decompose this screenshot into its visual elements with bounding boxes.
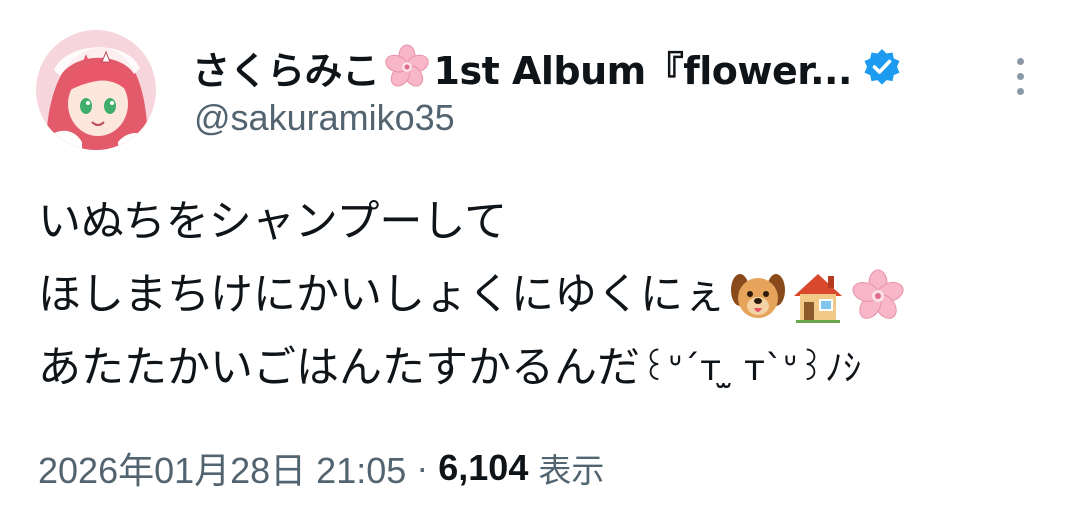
tweet-line-1: いぬちをシャンプーして bbox=[38, 186, 1068, 259]
more-options-dot-icon bbox=[1016, 73, 1024, 80]
tweet-text: いぬちをシャンプーして ほしまちけにかいしょくにゆくにぇ あたたかいごはんたすか… bbox=[38, 186, 1068, 405]
verified-badge-icon[interactable] bbox=[862, 47, 902, 87]
timestamp-link[interactable]: 2026年01月28日 21:05 bbox=[38, 442, 406, 494]
author-name-row[interactable]: さくらみこ 1st Album『flower... bbox=[192, 40, 902, 94]
meta-separator: · bbox=[416, 447, 429, 488]
more-options-dot-icon bbox=[1016, 88, 1024, 95]
tweet-line-text: ほしまちけにかいしょくにゆくにぇ bbox=[38, 270, 726, 320]
tweet-line-2: ほしまちけにかいしょくにゆくにぇ bbox=[38, 259, 1068, 332]
tweet-line-3: あたたかいごはんたすかるんだ ꒰ᐡ´т ̫ т`ᐡ꒱ﾉｼ bbox=[38, 332, 1068, 405]
cherry-blossom-icon bbox=[384, 44, 429, 87]
cherry-blossom-icon bbox=[852, 269, 904, 319]
avatar[interactable] bbox=[36, 30, 156, 150]
dog-face-icon bbox=[731, 273, 785, 318]
author-handle[interactable]: @sakuramiko35 bbox=[194, 97, 455, 139]
author-display-name[interactable]: さくらみこ 1st Album『flower... bbox=[192, 40, 852, 95]
views-label: 表示 bbox=[538, 451, 605, 490]
tweet-line-text: いぬちをシャンプーして bbox=[38, 197, 508, 247]
tweet-card: さくらみこ 1st Album『flower... @sakuramiko35 … bbox=[0, 0, 1080, 526]
kaomoji: ꒰ᐡ´т ̫ т`ᐡ꒱ﾉｼ bbox=[640, 348, 862, 389]
house-icon bbox=[794, 273, 842, 323]
avatar-image bbox=[36, 30, 156, 150]
views-count: 6,104 bbox=[438, 447, 529, 488]
author-display-name-prefix: さくらみこ bbox=[192, 48, 380, 93]
more-options-button[interactable] bbox=[1010, 58, 1030, 102]
tweet-line-text: あたたかいごはんたすかるんだ bbox=[38, 343, 640, 393]
tweet-meta: 2026年01月28日 21:05 · 6,104 表示 bbox=[38, 442, 604, 494]
author-display-name-suffix: 1st Album『flower... bbox=[433, 48, 853, 93]
more-options-dot-icon bbox=[1016, 58, 1024, 65]
